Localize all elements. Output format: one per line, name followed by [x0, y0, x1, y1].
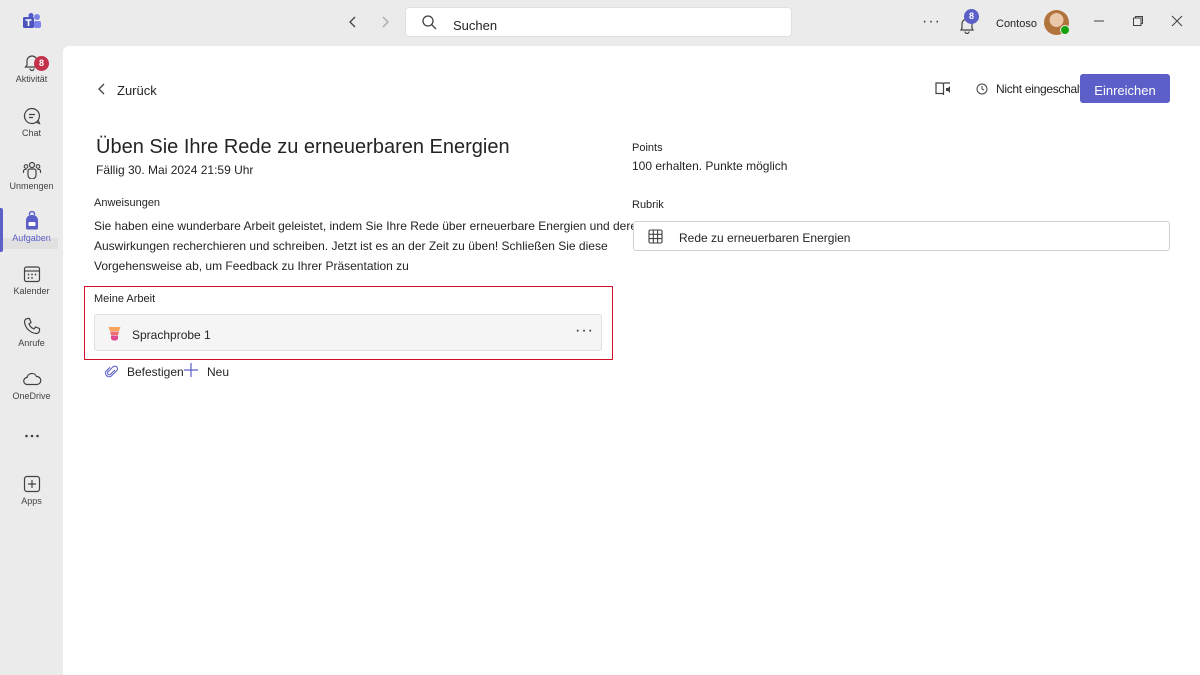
rail-label: Aktivität — [15, 74, 48, 84]
instructions-heading: Anweisungen — [94, 197, 161, 209]
rail-item-anrufe[interactable]: Anrufe — [0, 316, 63, 366]
rubric-link[interactable]: Rede zu erneuerbaren Energien — [633, 221, 1170, 251]
close-icon[interactable] — [1170, 14, 1184, 28]
attach-label: Befestigen — [127, 365, 184, 379]
work-item[interactable]: Sprachprobe 1 ··· — [94, 314, 602, 351]
rail-label: Kalender — [13, 286, 50, 296]
work-item-more-icon[interactable]: ··· — [575, 322, 594, 340]
rail-label: Unmengen — [9, 181, 54, 191]
calendar-icon — [23, 266, 40, 283]
search-placeholder: Suchen — [453, 18, 498, 33]
new-label: Neu — [207, 365, 230, 379]
back-label: Zurück — [117, 83, 157, 98]
points-value: 100 — [632, 159, 653, 173]
app-rail: 8 Aktivität Chat Unmengen Aufgaben Kalen… — [0, 46, 63, 675]
rail-label: Chat — [21, 128, 41, 138]
my-work-heading: Meine Arbeit — [94, 293, 156, 305]
search-input[interactable]: Suchen — [405, 7, 792, 37]
submit-button[interactable]: Einreichen — [1080, 74, 1170, 103]
forward-arrow-icon[interactable] — [377, 14, 393, 30]
rail-label: Apps — [21, 496, 42, 506]
teams-logo-icon — [23, 13, 41, 28]
chevron-left-icon — [98, 83, 105, 95]
restore-icon[interactable] — [1131, 14, 1145, 28]
phone-icon — [23, 317, 40, 335]
rail-item-apps[interactable]: Apps — [0, 474, 63, 524]
rail-item-aufgaben[interactable]: Aufgaben — [0, 211, 63, 261]
points-value-row: 100 erhalten. Punkte möglich — [632, 159, 787, 173]
rail-item-aktivitaet[interactable]: 8 Aktivität — [0, 52, 63, 102]
rail-label: Aufgaben — [12, 233, 51, 243]
speaker-coach-icon — [108, 327, 121, 341]
backpack-icon — [25, 211, 38, 230]
rail-label: Anrufe — [18, 338, 45, 348]
rail-item-more[interactable] — [0, 426, 63, 450]
more-icon — [24, 434, 39, 438]
activity-badge: 8 — [34, 56, 49, 71]
rail-item-kalender[interactable]: Kalender — [0, 264, 63, 314]
title-bar: Suchen ··· 8 Contoso — [0, 0, 1200, 46]
grid-table-icon — [648, 229, 663, 244]
back-arrow-icon[interactable] — [345, 14, 361, 30]
rail-label: OneDrive — [12, 391, 51, 401]
cloud-icon — [22, 372, 41, 386]
more-options-icon[interactable]: ··· — [922, 13, 941, 31]
rail-item-onedrive[interactable]: OneDrive — [0, 369, 63, 419]
teams-icon — [22, 161, 41, 179]
instructions-text: Sie haben eine wunderbare Arbeit geleist… — [94, 219, 644, 273]
points-heading: Points — [632, 142, 663, 154]
minimize-icon[interactable] — [1092, 14, 1106, 28]
add-apps-icon — [23, 475, 40, 493]
assignment-title: Üben Sie Ihre Rede zu erneuerbaren Energ… — [96, 136, 510, 158]
points-text: erhalten. Punkte möglich — [655, 159, 788, 173]
rail-item-unmengen[interactable]: Unmengen — [0, 159, 63, 209]
rail-item-chat[interactable]: Chat — [0, 106, 63, 156]
clock-icon — [976, 83, 988, 95]
rubric-heading: Rubrik — [632, 199, 664, 211]
due-date: Fällig 30. Mai 2024 21:59 Uhr — [96, 163, 254, 177]
search-icon — [422, 15, 437, 30]
paperclip-icon — [105, 365, 118, 378]
rubric-label: Rede zu erneuerbaren Energien — [679, 231, 851, 245]
notification-badge: 8 — [964, 9, 979, 24]
org-name[interactable]: Contoso — [996, 18, 1037, 30]
immersive-reader-icon[interactable] — [934, 80, 952, 98]
plus-icon — [184, 363, 198, 377]
main-content: Zurück Nicht eingeschalten Einreichen Üb… — [63, 46, 1200, 675]
work-item-label: Sprachprobe 1 — [132, 328, 211, 342]
presence-status-icon — [1060, 25, 1070, 35]
chat-icon — [23, 107, 41, 125]
